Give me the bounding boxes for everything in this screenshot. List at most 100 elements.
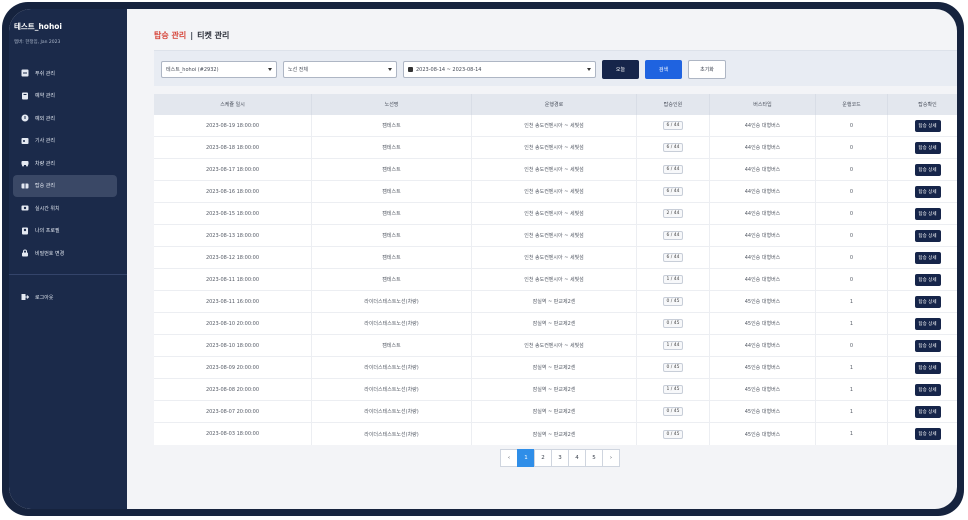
passenger-count-cell: 1 / 44: [637, 335, 710, 356]
passenger-count-cell: 2 / 44: [637, 203, 710, 224]
boarding-detail-button[interactable]: 탑승 상세: [914, 339, 941, 352]
boarding-detail-button[interactable]: 탑승 상세: [914, 251, 941, 264]
column-header[interactable]: 버스타입: [710, 94, 816, 115]
sidebar-item-label: 기사 관리: [35, 138, 55, 145]
table-row: 2023-08-08 20:00:00 라이더스테스트노선(차량) 잠실역 ~ 판교…: [154, 379, 957, 401]
boarding-detail-button[interactable]: 탑승 상세: [914, 207, 941, 220]
operation-code-cell-text: 0: [849, 166, 854, 173]
boarding-detail-button[interactable]: 탑승 상세: [914, 405, 941, 418]
bus-type-cell-text: 44인승 대형버스: [744, 255, 781, 261]
bus-type-cell: 45인승 대형버스: [710, 401, 816, 422]
boarding-check-cell: 탑승 상세: [888, 137, 957, 158]
prev-page-button[interactable]: ‹: [500, 449, 518, 467]
route-name-cell: 캠테스트: [312, 247, 472, 268]
route-name-cell-text: 라이더스테스트노선(차량): [364, 365, 419, 371]
route-path-cell: 잠실역 ~ 판교제2센: [472, 401, 637, 422]
sidebar-item-profile[interactable]: 나의 프로필: [9, 220, 127, 243]
schedule-cell: 2023-08-11 16:00:00: [154, 291, 312, 312]
route-path-cell-text: 인천 송도컨벤시아 ~ 세빛섬: [524, 233, 584, 239]
boarding-detail-button[interactable]: 탑승 상세: [914, 361, 941, 374]
route-path-cell-text: 인천 송도컨벤시아 ~ 세빛섬: [524, 167, 584, 173]
page-button-1[interactable]: 1: [517, 449, 535, 467]
breadcrumb-section[interactable]: 탑승 관리: [154, 31, 186, 40]
schedule-cell: 2023-08-03 18:00:00: [154, 423, 312, 445]
next-page-button[interactable]: ›: [602, 449, 620, 467]
sidebar-item-label: 나의 프로필: [35, 228, 60, 235]
table-row: 2023-08-16 18:00:00 캠테스트 인천 송도컨벤시아 ~ 세빛섬 6 …: [154, 181, 957, 203]
page-button-3[interactable]: 3: [551, 449, 569, 467]
operation-code-cell: 1: [816, 401, 888, 422]
boarding-check-cell: 탑승 상세: [888, 115, 957, 136]
passenger-count-badge: 0 / 45: [662, 429, 684, 439]
schedule-cell: 2023-08-15 18:00:00: [154, 203, 312, 224]
company-select-value: 테스트_hohoi (#2932): [166, 67, 219, 73]
date-range-picker[interactable]: 2023-08-14 ~ 2023-08-14: [403, 61, 596, 78]
sidebar-item-password[interactable]: 비밀번호 변경: [9, 242, 127, 265]
sidebar-item-exception[interactable]: 예외 관리: [9, 107, 127, 130]
page-button-2[interactable]: 2: [534, 449, 552, 467]
route-name-cell: 캠테스트: [312, 181, 472, 202]
table-row: 2023-08-13 18:00:00 캠테스트 인천 송도컨벤시아 ~ 세빛섬 6 …: [154, 225, 957, 247]
bus-type-cell: 44인승 대형버스: [710, 115, 816, 136]
route-path-cell: 인천 송도컨벤시아 ~ 세빛섬: [472, 269, 637, 290]
sidebar-item-vehicle[interactable]: 차량 관리: [9, 152, 127, 175]
bus-type-cell-text: 45인승 대형버스: [744, 365, 781, 371]
column-header[interactable]: 노선명: [312, 94, 472, 115]
passenger-count-cell: 6 / 44: [637, 137, 710, 158]
page-button-4[interactable]: 4: [568, 449, 586, 467]
boarding-check-cell: 탑승 상세: [888, 203, 957, 224]
sidebar-item-push[interactable]: 푸쉬 관리: [9, 62, 127, 85]
column-header[interactable]: 운행코드: [816, 94, 888, 115]
page-button-5[interactable]: 5: [585, 449, 603, 467]
sidebar-item-driver[interactable]: 기사 관리: [9, 130, 127, 153]
route-select[interactable]: 노선 전체: [283, 61, 397, 78]
column-header[interactable]: 운행경로: [472, 94, 637, 115]
route-path-cell: 인천 송도컨벤시아 ~ 세빛섬: [472, 225, 637, 246]
sidebar-divider: [9, 274, 127, 275]
sidebar-item-reservation[interactable]: 예약 관리: [9, 85, 127, 108]
bus-type-cell-text: 44인승 대형버스: [744, 233, 781, 239]
company-select[interactable]: 테스트_hohoi (#2932): [161, 61, 277, 78]
boarding-detail-button[interactable]: 탑승 상세: [914, 141, 941, 154]
passenger-count-badge: 0 / 45: [662, 297, 684, 306]
sidebar-item-boarding[interactable]: 탑승 관리: [13, 174, 117, 197]
boarding-detail-button[interactable]: 탑승 상세: [914, 317, 941, 330]
column-header[interactable]: 탑승확인: [888, 94, 957, 115]
table-header: 스케쥴 일시 노선명 운행경로 탑승인원 버스타입 운행코드 탑승확인: [154, 94, 957, 115]
bus-type-cell: 44인승 대형버스: [710, 247, 816, 268]
operation-code-cell-text: 0: [849, 232, 854, 239]
boarding-detail-button[interactable]: 탑승 상세: [914, 163, 941, 176]
schedule-cell: 2023-08-07 20:00:00: [154, 401, 312, 422]
table-row: 2023-08-15 18:00:00 캠테스트 인천 송도컨벤시아 ~ 세빛섬 2 …: [154, 203, 957, 225]
boarding-detail-button[interactable]: 탑승 상세: [914, 428, 941, 440]
operation-code-cell: 1: [816, 291, 888, 312]
table-row: 2023-08-19 18:00:00 캠테스트 인천 송도컨벤시아 ~ 세빛섬 6 …: [154, 115, 957, 137]
route-name-cell: 라이더스테스트노선(차량): [312, 379, 472, 400]
bus-type-cell: 45인승 대형버스: [710, 291, 816, 312]
boarding-detail-button[interactable]: 탑승 상세: [914, 383, 941, 396]
column-header[interactable]: 탑승인원: [637, 94, 710, 115]
boarding-detail-button[interactable]: 탑승 상세: [914, 229, 941, 242]
schedule-cell: 2023-08-19 18:00:00: [154, 115, 312, 136]
operation-code-cell-text: 1: [849, 408, 854, 415]
sidebar-item-logout[interactable]: 로그아웃: [9, 286, 127, 309]
bus-type-cell-text: 44인승 대형버스: [744, 123, 781, 129]
bus-type-cell-text: 44인승 대형버스: [744, 189, 781, 195]
boarding-check-cell: 탑승 상세: [888, 401, 957, 422]
route-path-cell-text: 잠실역 ~ 판교제2센: [532, 387, 576, 393]
search-button[interactable]: 검색: [645, 60, 682, 79]
column-header[interactable]: 스케쥴 일시: [154, 94, 312, 115]
operation-code-cell: 1: [816, 313, 888, 334]
boarding-detail-button[interactable]: 탑승 상세: [914, 119, 941, 132]
operation-code-cell: 0: [816, 159, 888, 180]
reset-button[interactable]: 초기화: [688, 60, 726, 79]
boarding-detail-button[interactable]: 탑승 상세: [914, 295, 941, 308]
schedule-cell: 2023-08-10 18:00:00: [154, 335, 312, 356]
route-name-cell: 라이더스테스트노선(차량): [312, 313, 472, 334]
sidebar-item-location[interactable]: 실시간 위치: [9, 197, 127, 220]
boarding-detail-button[interactable]: 탑승 상세: [914, 273, 941, 286]
today-button[interactable]: 오늘: [602, 60, 639, 79]
sidebar-item-label: 실시간 위치: [35, 205, 60, 212]
operation-code-cell-text: 1: [849, 298, 854, 305]
boarding-detail-button[interactable]: 탑승 상세: [914, 185, 941, 198]
